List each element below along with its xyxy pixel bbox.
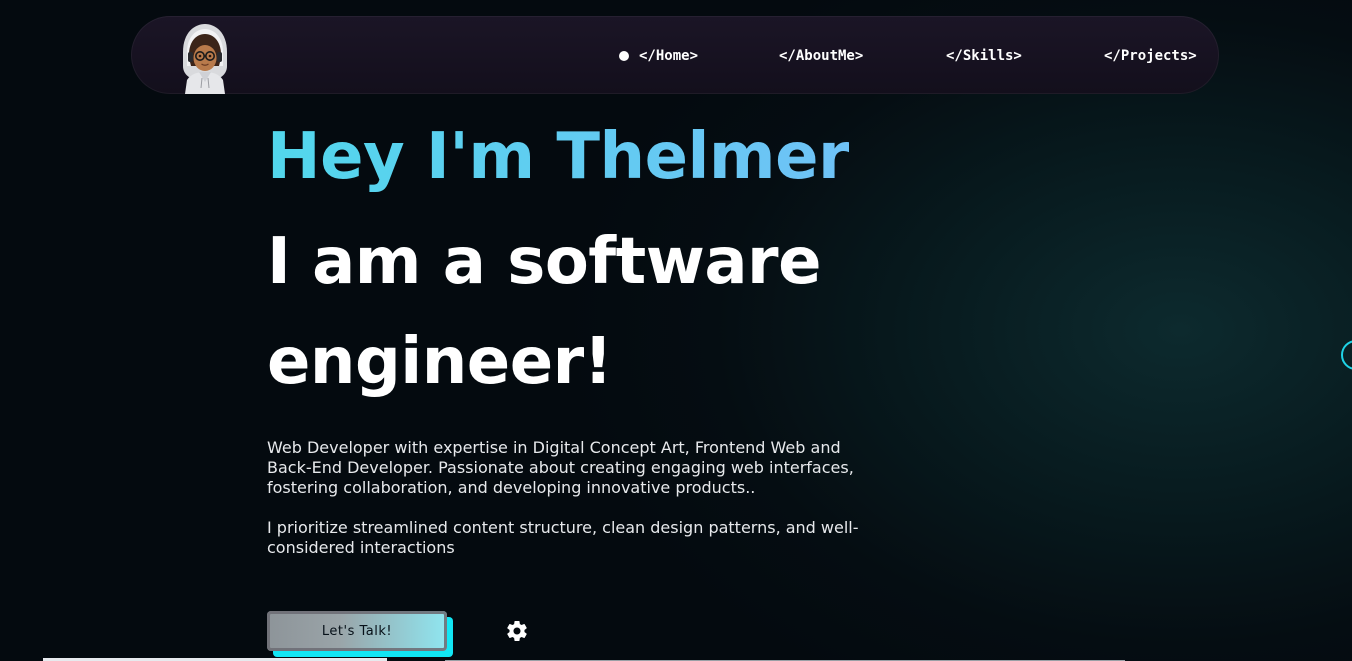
active-nav-indicator: [619, 51, 629, 61]
gear-icon[interactable]: [505, 619, 529, 643]
hero-description: Web Developer with expertise in Digital …: [267, 438, 854, 497]
hero-greeting: Hey I'm Thelmer: [267, 111, 850, 203]
avatar[interactable]: [175, 22, 235, 94]
hero-title: I am a software engineer!: [267, 225, 822, 399]
nav-item-projects[interactable]: </Projects>: [1104, 46, 1197, 66]
circle-icon[interactable]: [1341, 340, 1352, 370]
nav-item-skills[interactable]: </Skills>: [946, 46, 1022, 66]
lets-talk-button[interactable]: Let's Talk!: [267, 611, 447, 651]
nav-item-home[interactable]: </Home>: [639, 46, 698, 66]
hero-description-secondary: I prioritize streamlined content structu…: [267, 518, 859, 557]
nav-item-about-me[interactable]: </AboutMe>: [779, 46, 863, 66]
top-navbar: </Home> </AboutMe> </Skills> </Projects>: [131, 16, 1219, 94]
